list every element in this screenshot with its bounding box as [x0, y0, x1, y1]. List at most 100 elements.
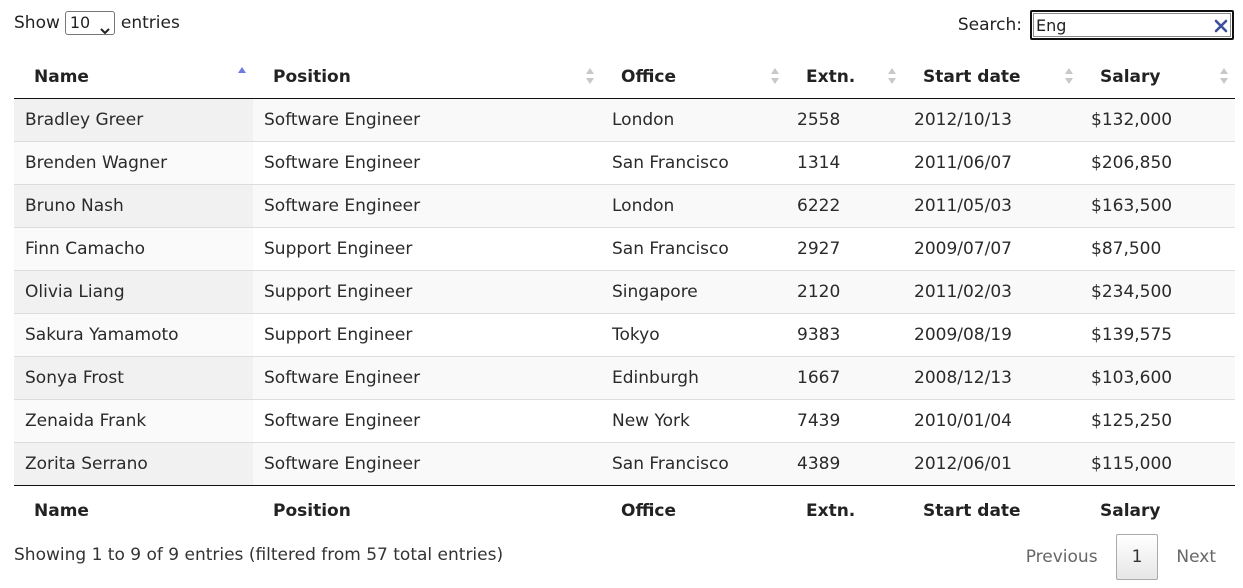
cell-office: Tokyo	[601, 312, 786, 356]
close-icon[interactable]	[1214, 18, 1228, 33]
cell-start-date: 2012/10/13	[903, 98, 1080, 141]
column-header-salary[interactable]: Salary	[1080, 56, 1235, 99]
cell-name: Olivia Liang	[14, 269, 253, 313]
cell-salary: $115,000	[1080, 441, 1235, 485]
entries-label: entries	[120, 13, 180, 33]
cell-start-date: 2012/06/01	[903, 441, 1080, 485]
cell-extn: 9383	[786, 312, 903, 356]
employees-table: Name Position Office Extn. Start date Sa…	[14, 56, 1235, 537]
column-header-label: Salary	[1100, 66, 1161, 87]
cell-office: San Francisco	[601, 226, 786, 270]
cell-extn: 2927	[786, 226, 903, 270]
next-button[interactable]: Next	[1158, 534, 1234, 580]
footer-office: Office	[601, 484, 786, 537]
cell-office: Edinburgh	[601, 355, 786, 399]
entries-select[interactable]: 10	[64, 11, 115, 35]
sort-both-icon	[585, 65, 595, 87]
search-label: Search:	[957, 15, 1022, 35]
table-row: Finn Camacho Support Engineer San Franci…	[14, 226, 1235, 270]
cell-office: San Francisco	[601, 441, 786, 485]
cell-name: Bruno Nash	[14, 183, 253, 227]
cell-name: Finn Camacho	[14, 226, 253, 270]
cell-start-date: 2009/08/19	[903, 312, 1080, 356]
search-input[interactable]: Eng	[1030, 10, 1234, 40]
cell-office: Singapore	[601, 269, 786, 313]
cell-position: Software Engineer	[253, 98, 601, 141]
cell-office: London	[601, 98, 786, 141]
sort-both-icon	[770, 65, 780, 87]
column-header-label: Name	[34, 66, 89, 87]
cell-start-date: 2011/06/07	[903, 140, 1080, 184]
table-row: Sonya Frost Software Engineer Edinburgh …	[14, 355, 1235, 399]
table-row: Sakura Yamamoto Support Engineer Tokyo 9…	[14, 312, 1235, 356]
footer-salary: Salary	[1080, 484, 1235, 537]
column-header-name[interactable]: Name	[14, 56, 253, 99]
table-row: Olivia Liang Support Engineer Singapore …	[14, 269, 1235, 313]
footer-extn: Extn.	[786, 484, 903, 537]
cell-salary: $87,500	[1080, 226, 1235, 270]
show-label: Show	[14, 13, 60, 33]
column-header-label: Start date	[923, 66, 1021, 87]
cell-name: Bradley Greer	[14, 98, 253, 141]
column-header-label: Position	[273, 66, 351, 87]
column-header-extn[interactable]: Extn.	[786, 56, 903, 99]
cell-extn: 2120	[786, 269, 903, 313]
header-row: Name Position Office Extn. Start date Sa…	[14, 56, 1235, 99]
cell-position: Software Engineer	[253, 140, 601, 184]
cell-office: San Francisco	[601, 140, 786, 184]
search-input-value: Eng	[1036, 15, 1067, 35]
table-row: Zenaida Frank Software Engineer New York…	[14, 398, 1235, 442]
chevron-down-icon	[100, 18, 110, 35]
cell-position: Support Engineer	[253, 312, 601, 356]
cell-position: Software Engineer	[253, 398, 601, 442]
cell-start-date: 2011/05/03	[903, 183, 1080, 227]
cell-position: Support Engineer	[253, 226, 601, 270]
cell-position: Software Engineer	[253, 183, 601, 227]
search-control: Search: Eng	[958, 10, 1234, 40]
table-row: Brenden Wagner Software Engineer San Fra…	[14, 140, 1235, 184]
pagination: Previous 1 Next	[1008, 534, 1234, 580]
column-header-label: Office	[621, 66, 677, 87]
cell-name: Brenden Wagner	[14, 140, 253, 184]
cell-start-date: 2011/02/03	[903, 269, 1080, 313]
cell-salary: $103,600	[1080, 355, 1235, 399]
cell-salary: $163,500	[1080, 183, 1235, 227]
cell-office: London	[601, 183, 786, 227]
cell-position: Software Engineer	[253, 355, 601, 399]
cell-office: New York	[601, 398, 786, 442]
column-header-office[interactable]: Office	[601, 56, 786, 99]
previous-button[interactable]: Previous	[1008, 534, 1116, 580]
cell-extn: 7439	[786, 398, 903, 442]
cell-extn: 1667	[786, 355, 903, 399]
footer-start-date: Start date	[903, 484, 1080, 537]
cell-start-date: 2008/12/13	[903, 355, 1080, 399]
table-row: Bradley Greer Software Engineer London 2…	[14, 98, 1235, 141]
column-header-label: Extn.	[806, 66, 856, 87]
cell-name: Zorita Serrano	[14, 441, 253, 485]
cell-extn: 6222	[786, 183, 903, 227]
table-row: Bruno Nash Software Engineer London 6222…	[14, 183, 1235, 227]
sort-both-icon	[887, 65, 897, 87]
cell-name: Sakura Yamamoto	[14, 312, 253, 356]
table-row: Zorita Serrano Software Engineer San Fra…	[14, 441, 1235, 485]
cell-extn: 1314	[786, 140, 903, 184]
cell-salary: $132,000	[1080, 98, 1235, 141]
page-button-current[interactable]: 1	[1115, 534, 1159, 580]
footer-row: Name Position Office Extn. Start date Sa…	[14, 484, 1235, 537]
entries-length-control: Show 10 entries	[14, 10, 180, 36]
table-body: Bradley Greer Software Engineer London 2…	[14, 98, 1235, 485]
cell-salary: $125,250	[1080, 398, 1235, 442]
entries-select-value: 10	[69, 13, 91, 32]
cell-start-date: 2009/07/07	[903, 226, 1080, 270]
cell-extn: 2558	[786, 98, 903, 141]
footer-name: Name	[14, 484, 253, 537]
table-info: Showing 1 to 9 of 9 entries (filtered fr…	[14, 545, 504, 565]
cell-position: Support Engineer	[253, 269, 601, 313]
cell-salary: $234,500	[1080, 269, 1235, 313]
cell-extn: 4389	[786, 441, 903, 485]
cell-name: Zenaida Frank	[14, 398, 253, 442]
cell-name: Sonya Frost	[14, 355, 253, 399]
column-header-start-date[interactable]: Start date	[903, 56, 1080, 99]
column-header-position[interactable]: Position	[253, 56, 601, 99]
cell-salary: $206,850	[1080, 140, 1235, 184]
